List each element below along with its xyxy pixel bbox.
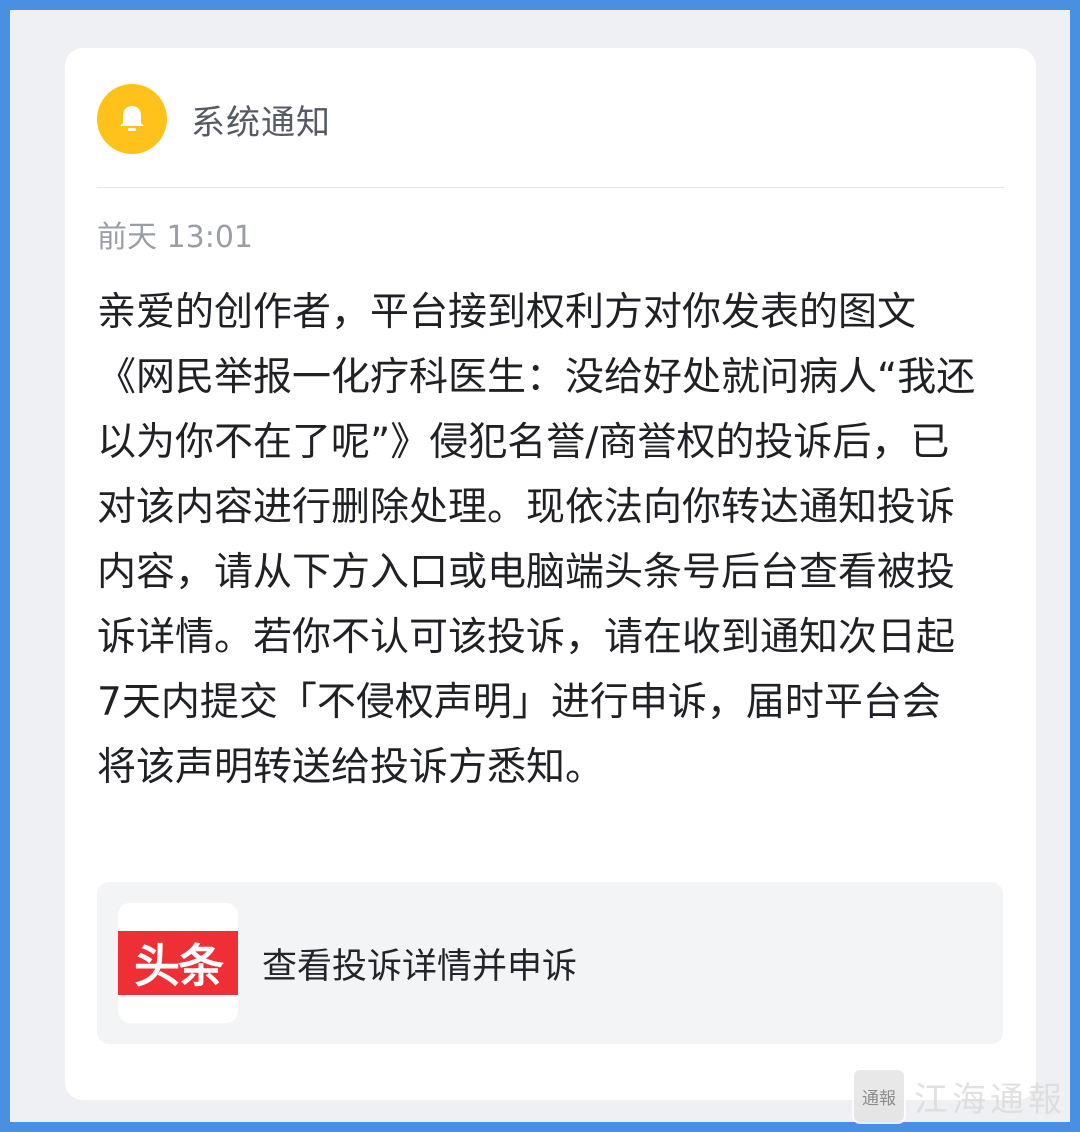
notification-card: 系统通知 前天 13:01 亲爱的创作者，平台接到权利方对你发表的图文《网民举报… bbox=[65, 48, 1036, 1100]
watermark-seal: 通報 bbox=[852, 1068, 906, 1124]
watermark-text: 江海通報 bbox=[914, 1079, 1066, 1120]
notification-screen: 系统通知 前天 13:01 亲爱的创作者，平台接到权利方对你发表的图文《网民举报… bbox=[10, 10, 1070, 1124]
divider bbox=[97, 187, 1004, 188]
message-timestamp: 前天 13:01 bbox=[97, 220, 253, 255]
message-body: 亲爱的创作者，平台接到权利方对你发表的图文《网民举报一化疗科医生：没给好处就问病… bbox=[97, 290, 976, 790]
notification-header: 系统通知 bbox=[97, 84, 331, 154]
view-complaint-label: 查看投诉详情并申诉 bbox=[262, 946, 578, 987]
bell-icon bbox=[97, 84, 167, 154]
view-complaint-link[interactable]: 头条 查看投诉详情并申诉 bbox=[97, 882, 1003, 1044]
header-title: 系统通知 bbox=[191, 102, 331, 143]
toutiao-logo-icon: 头条 bbox=[118, 903, 238, 1023]
watermark: 通報 江海通報 bbox=[852, 1068, 1066, 1124]
toutiao-logo-text: 头条 bbox=[118, 931, 238, 995]
